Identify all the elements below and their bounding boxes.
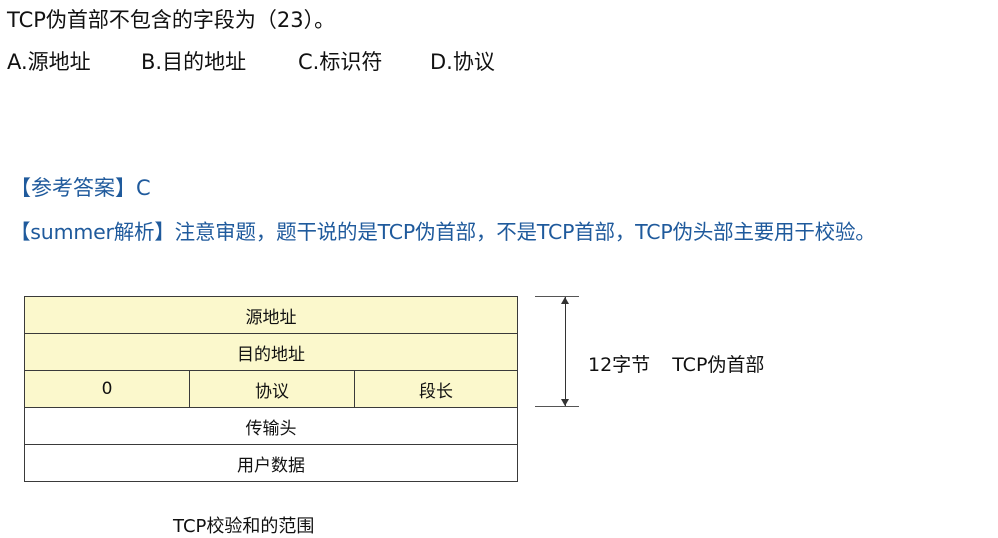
span-arrow-line xyxy=(565,297,566,406)
cell-zero: 0 xyxy=(24,370,190,408)
pseudo-header-label: 12字节 TCP伪首部 xyxy=(588,350,764,377)
reference-answer: 【参考答案】C xyxy=(10,176,151,200)
pseudo-header-diagram: 源地址 目的地址 0 协议 段长 传输头 用户数据 xyxy=(24,296,518,482)
arrow-down-icon xyxy=(561,399,569,406)
option-d: D.协议 xyxy=(430,50,495,74)
bracket-top-line xyxy=(535,296,579,297)
bracket-bottom-line xyxy=(535,406,579,407)
arrow-up-icon xyxy=(561,297,569,304)
answer-options: A.源地址 B.目的地址 C.标识符 D.协议 xyxy=(7,46,495,76)
pseudo-header-size: 12字节 xyxy=(588,354,651,376)
row-user-data: 用户数据 xyxy=(24,444,518,482)
option-b: B.目的地址 xyxy=(141,50,247,74)
row-source-address: 源地址 xyxy=(24,296,518,334)
option-c: C.标识符 xyxy=(298,50,383,74)
answer-analysis: 【summer解析】注意审题，题干说的是TCP伪首部，不是TCP首部，TCP伪头… xyxy=(10,220,876,244)
cell-protocol: 协议 xyxy=(189,370,355,408)
option-a: A.源地址 xyxy=(7,50,91,74)
row-dest-address: 目的地址 xyxy=(24,333,518,371)
question-text: TCP伪首部不包含的字段为（23）。 xyxy=(7,8,336,32)
cell-segment-length: 段长 xyxy=(354,370,518,408)
pseudo-header-name: TCP伪首部 xyxy=(672,354,765,376)
row-transport-header: 传输头 xyxy=(24,407,518,445)
diagram-caption: TCP校验和的范围 xyxy=(173,516,315,537)
